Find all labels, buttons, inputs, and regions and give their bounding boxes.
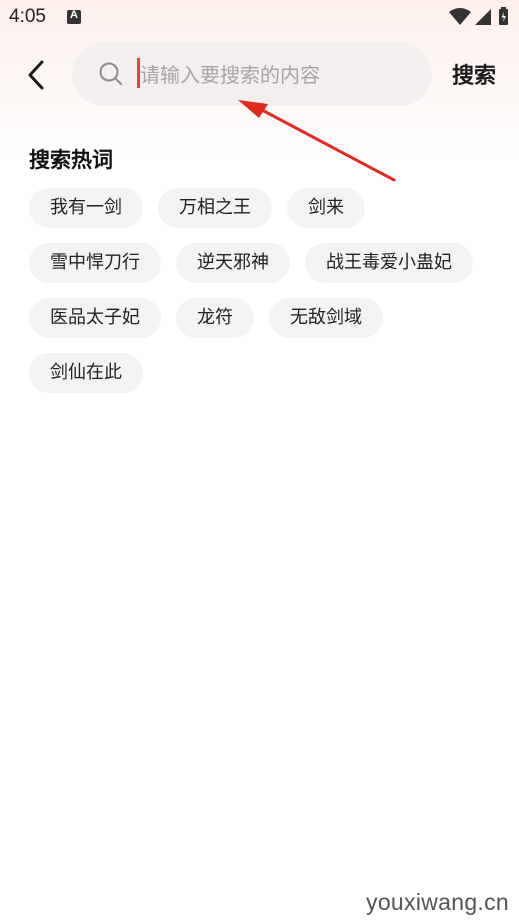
hot-word-tag[interactable]: 逆天邪神 [176,243,290,283]
hot-word-tag[interactable]: 医品太子妃 [29,298,161,338]
search-input[interactable] [138,54,412,96]
status-time: 4:05 [9,6,46,27]
tag-row: 我有一剑 万相之王 剑来 [29,188,499,228]
signal-icon [475,9,491,25]
search-box[interactable] [72,42,432,106]
chevron-left-icon [28,60,44,90]
watermark: youxiwang.cn [366,889,509,915]
search-icon [99,62,122,85]
wifi-icon [449,8,471,25]
hot-word-tag[interactable]: 战王毒爱小蛊妃 [305,243,473,283]
tag-row: 雪中悍刀行 逆天邪神 战王毒爱小蛊妃 [29,243,499,283]
hot-word-tag[interactable]: 无敌剑域 [269,298,383,338]
search-button[interactable]: 搜索 [452,58,496,90]
status-icons [449,7,511,27]
hot-words-title: 搜索热词 [29,148,113,172]
text-a-icon: A [67,9,81,24]
back-button[interactable] [22,56,52,94]
hot-word-tag[interactable]: 剑来 [287,188,365,228]
hot-word-tag[interactable]: 龙符 [176,298,254,338]
tag-row: 医品太子妃 龙符 无敌剑域 [29,298,499,338]
hot-word-tag[interactable]: 万相之王 [158,188,272,228]
tag-row: 剑仙在此 [29,353,499,393]
battery-icon [499,7,508,25]
hot-word-tag[interactable]: 雪中悍刀行 [29,243,161,283]
hot-words-list: 我有一剑 万相之王 剑来 雪中悍刀行 逆天邪神 战王毒爱小蛊妃 医品太子妃 龙符… [29,188,499,408]
status-bar: 4:05 A [0,0,519,36]
hot-word-tag[interactable]: 我有一剑 [29,188,143,228]
hot-word-tag[interactable]: 剑仙在此 [29,353,143,393]
